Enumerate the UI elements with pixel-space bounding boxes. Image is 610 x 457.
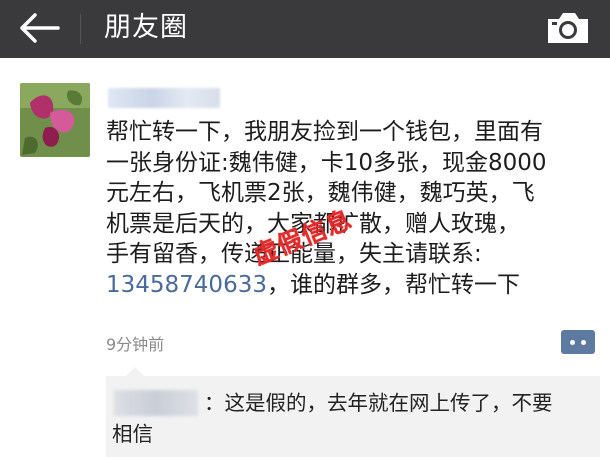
avatar[interactable] bbox=[20, 83, 90, 157]
post-line: 帮忙转一下，我朋友捡到一个钱包，里面有 bbox=[106, 119, 543, 145]
phone-link[interactable]: 13458740633 bbox=[106, 272, 267, 298]
post-timestamp: 9分钟前 bbox=[106, 335, 165, 354]
comment-box: ：这是假的，去年就在网上传了，不要相信 bbox=[106, 367, 600, 457]
top-bar: 朋友圈 bbox=[0, 0, 610, 58]
dot-icon bbox=[570, 340, 575, 345]
header-divider bbox=[80, 14, 81, 44]
comment-caret bbox=[126, 367, 144, 376]
camera-icon[interactable] bbox=[545, 11, 591, 45]
comment-more-button[interactable] bbox=[561, 330, 595, 354]
page-title: 朋友圈 bbox=[104, 12, 188, 43]
post-line: 元左右，飞机票2张，魏伟健，魏巧英，飞 bbox=[106, 180, 535, 206]
dot-icon bbox=[581, 340, 586, 345]
avatar-flower-image bbox=[20, 83, 90, 157]
username-blurred[interactable] bbox=[108, 88, 220, 108]
post-content: 帮忙转一下，我朋友捡到一个钱包，里面有 一张身份证:魏伟健，卡10多张，现金80… bbox=[106, 117, 600, 300]
post-line-tail: ，谁的群多，帮忙转一下 bbox=[266, 271, 520, 298]
post-line: 一张身份证:魏伟健，卡10多张，现金8000 bbox=[106, 149, 547, 176]
comment-text: ：这是假的，去年就在网上传了，不要相信 bbox=[112, 388, 596, 450]
post-line: 手有留香，传递正能量，失主请联系: bbox=[106, 241, 482, 267]
comment-line-2: 相信 bbox=[112, 422, 153, 446]
comment-line: ：这是假的，去年就在网上传了，不要 bbox=[204, 391, 553, 415]
post-last-line: 13458740633，谁的群多，帮忙转一下 bbox=[106, 270, 600, 301]
back-arrow-icon[interactable] bbox=[18, 13, 62, 43]
